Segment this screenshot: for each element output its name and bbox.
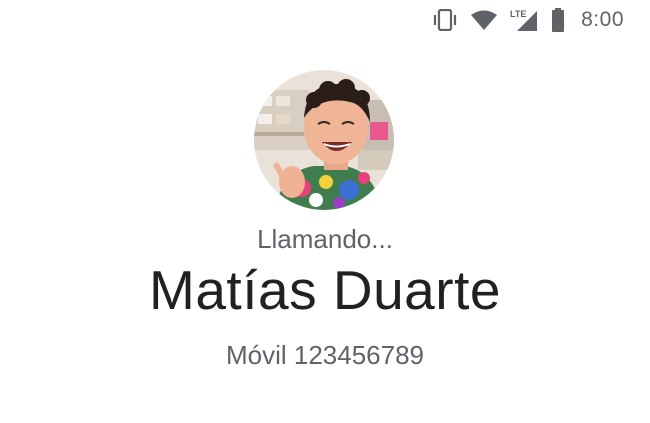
contact-name: Matías Duarte [149,259,501,321]
contact-avatar [254,70,394,210]
status-bar: LTE 8:00 [431,0,650,40]
call-status: Llamando... [257,224,393,254]
lte-label: LTE [510,9,526,19]
vibrate-icon [431,9,459,31]
battery-icon [551,8,565,32]
wifi-icon [471,10,498,30]
contact-number: Móvil 123456789 [225,340,425,370]
incoming-call-screen: LTE 8:00 Llamando... Matías Duarte Móvil… [0,0,650,423]
status-time: 8:00 [581,8,624,31]
lte-signal-icon: LTE [509,8,539,32]
